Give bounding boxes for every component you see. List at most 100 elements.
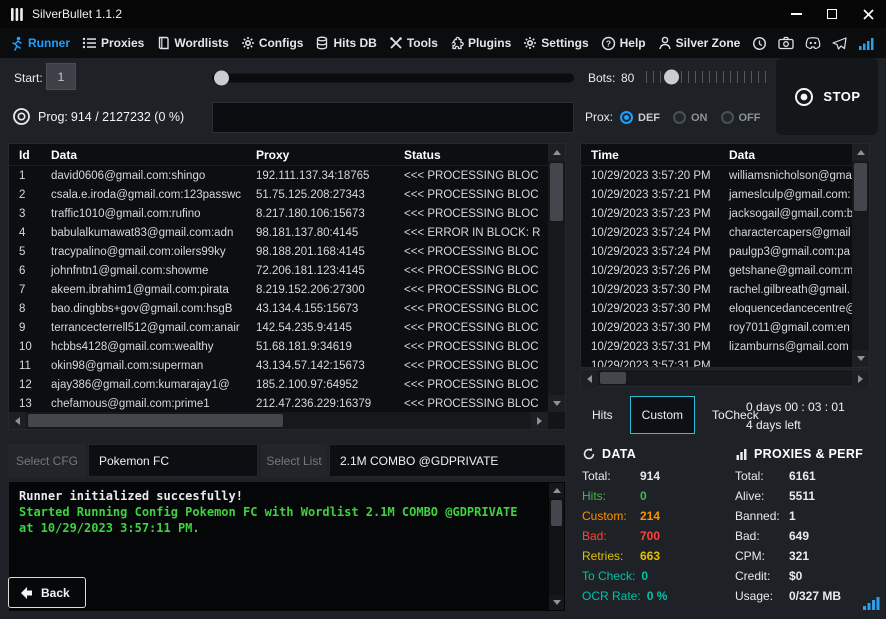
bots-slider[interactable] xyxy=(646,68,766,86)
hit-row[interactable]: 10/29/2023 3:57:30 PM roy7011@gmail.com:… xyxy=(581,318,852,337)
maximize-button[interactable] xyxy=(814,0,850,28)
back-button[interactable]: Back xyxy=(8,577,86,608)
proxies-perf-icon xyxy=(735,448,748,461)
hit-row[interactable]: 10/29/2023 3:57:31 PM lizamburns@gmail.c… xyxy=(581,337,852,356)
hits-table-body: 10/29/2023 3:57:20 PM williamsnicholson@… xyxy=(581,166,852,367)
start-slider[interactable] xyxy=(212,70,574,86)
stop-button[interactable]: STOP xyxy=(776,58,878,135)
window-controls xyxy=(778,0,886,28)
hit-row[interactable]: 10/29/2023 3:57:24 PM paulgp3@gmail.com:… xyxy=(581,242,852,261)
runner-row[interactable]: 1 david0606@gmail.com:shingo 192.111.137… xyxy=(9,166,548,185)
runner-vscrollbar[interactable] xyxy=(548,144,565,412)
hit-row[interactable]: 10/29/2023 3:57:30 PM rachel.gilbreath@g… xyxy=(581,280,852,299)
col-status[interactable]: Status xyxy=(396,148,548,162)
nav-right-icons xyxy=(752,36,882,51)
tab[interactable]: Custom xyxy=(630,396,695,434)
proxy-mode-option[interactable]: OFF xyxy=(721,111,761,124)
hit-row[interactable]: 10/29/2023 3:57:24 PM charactercapers@gm… xyxy=(581,223,852,242)
runner-row[interactable]: 13 chefamous@gmail.com:prime1 212.47.236… xyxy=(9,394,548,412)
scroll-up-icon[interactable] xyxy=(549,483,564,498)
progress-input[interactable] xyxy=(212,102,574,133)
scroll-up-icon[interactable] xyxy=(852,144,869,161)
scroll-thumb[interactable] xyxy=(28,414,283,427)
select-cfg-button[interactable]: Select CFG xyxy=(8,444,86,477)
config-name-field[interactable]: Pokemon FC xyxy=(88,444,258,477)
settings-icon xyxy=(523,36,537,50)
silver-zone-icon xyxy=(658,36,672,50)
col-id[interactable]: Id xyxy=(9,148,43,162)
hit-row[interactable]: 10/29/2023 3:57:31 PM xyxy=(581,356,852,367)
hits-vscrollbar[interactable] xyxy=(852,144,869,367)
nav-item-silver-zone[interactable]: Silver Zone xyxy=(652,28,747,58)
scroll-down-icon[interactable] xyxy=(852,350,869,367)
console-lines: Runner initialized succesfully!Started R… xyxy=(19,488,539,536)
scroll-down-icon[interactable] xyxy=(548,395,565,412)
scroll-down-icon[interactable] xyxy=(549,595,564,610)
runner-row[interactable]: 6 johnfntn1@gmail.com:showme 72.206.181.… xyxy=(9,261,548,280)
bots-slider-thumb[interactable] xyxy=(664,70,679,85)
runner-row[interactable]: 10 hcbbs4128@gmail.com:wealthy 51.68.181… xyxy=(9,337,548,356)
runner-row[interactable]: 7 akeem.ibrahim1@gmail.com:pirata 8.219.… xyxy=(9,280,548,299)
runner-row[interactable]: 2 csala.e.iroda@gmail.com:123passwc 51.7… xyxy=(9,185,548,204)
proxy-mode-option[interactable]: DEF xyxy=(620,111,660,124)
start-input[interactable] xyxy=(46,63,76,90)
minimize-button[interactable] xyxy=(778,0,814,28)
nav-item-wordlists[interactable]: Wordlists xyxy=(150,28,234,58)
scroll-right-icon[interactable] xyxy=(531,412,548,429)
runner-log-console[interactable]: Runner initialized succesfully!Started R… xyxy=(8,481,566,612)
tab[interactable]: Hits xyxy=(580,396,625,434)
runner-row[interactable]: 12 ajay386@gmail.com:kumarajay1@ 185.2.1… xyxy=(9,375,548,394)
hits-hscrollbar[interactable] xyxy=(580,369,870,387)
runner-row[interactable]: 5 tracypalino@gmail.com:oilers99ky 98.18… xyxy=(9,242,548,261)
col-proxy[interactable]: Proxy xyxy=(248,148,396,162)
titlebar: SilverBullet 1.1.2 xyxy=(0,0,886,28)
nav-item-tools[interactable]: Tools xyxy=(383,28,444,58)
select-list-button[interactable]: Select List xyxy=(261,444,327,477)
col-data[interactable]: Data xyxy=(43,148,248,162)
hits-table-header: Time Data xyxy=(581,144,852,166)
runner-row[interactable]: 11 okin98@gmail.com:superman 43.134.57.1… xyxy=(9,356,548,375)
col-time[interactable]: Time xyxy=(581,148,721,162)
col-data[interactable]: Data xyxy=(721,148,852,162)
app-logo-icon xyxy=(10,7,24,22)
start-slider-track[interactable] xyxy=(212,74,574,83)
stat-row: To Check: 0 xyxy=(582,566,732,586)
scroll-thumb[interactable] xyxy=(551,500,562,526)
close-button[interactable] xyxy=(850,0,886,28)
scroll-thumb[interactable] xyxy=(854,163,867,211)
hit-row[interactable]: 10/29/2023 3:57:30 PM eloquencedancecent… xyxy=(581,299,852,318)
runner-row[interactable]: 4 babulalkumawat83@gmail.com:adn 98.181.… xyxy=(9,223,548,242)
scroll-thumb[interactable] xyxy=(550,163,563,221)
console-vscrollbar[interactable] xyxy=(549,483,564,610)
runner-hscrollbar[interactable] xyxy=(9,412,548,429)
discord-icon[interactable] xyxy=(805,37,821,49)
configs-icon xyxy=(241,36,255,50)
nav-item-settings[interactable]: Settings xyxy=(517,28,594,58)
start-slider-thumb[interactable] xyxy=(214,71,229,86)
nav-item-plugins[interactable]: Plugins xyxy=(444,28,517,58)
camera-icon[interactable] xyxy=(778,36,794,50)
runner-row[interactable]: 8 bao.dingbbs+gov@gmail.com:hsgB 43.134.… xyxy=(9,299,548,318)
nav-item-proxies[interactable]: Proxies xyxy=(76,28,150,58)
hit-row[interactable]: 10/29/2023 3:57:23 PM jacksogail@gmail.c… xyxy=(581,204,852,223)
runner-row[interactable]: 9 terrancecterrell512@gmail.com:anair 14… xyxy=(9,318,548,337)
runner-row[interactable]: 3 traffic1010@gmail.com:rufino 8.217.180… xyxy=(9,204,548,223)
hit-row[interactable]: 10/29/2023 3:57:21 PM jameslculp@gmail.c… xyxy=(581,185,852,204)
scroll-left-icon[interactable] xyxy=(581,370,598,387)
history-icon[interactable] xyxy=(752,36,767,51)
wordlist-name-field[interactable]: 2.1M COMBO @GDPRIVATE xyxy=(329,444,566,477)
nav-item-configs[interactable]: Configs xyxy=(235,28,310,58)
scroll-right-icon[interactable] xyxy=(852,370,869,387)
proxies-icon xyxy=(82,36,97,50)
stat-row: Total: 6161 xyxy=(735,466,885,486)
proxy-mode-option[interactable]: ON xyxy=(673,111,708,124)
nav-item-help[interactable]: ? Help xyxy=(595,28,652,58)
scroll-left-icon[interactable] xyxy=(9,412,26,429)
nav-item-hits-db[interactable]: Hits DB xyxy=(309,28,382,58)
hit-row[interactable]: 10/29/2023 3:57:20 PM williamsnicholson@… xyxy=(581,166,852,185)
scroll-up-icon[interactable] xyxy=(548,144,565,161)
hit-row[interactable]: 10/29/2023 3:57:26 PM getshane@gmail.com… xyxy=(581,261,852,280)
scroll-thumb[interactable] xyxy=(600,372,626,384)
telegram-icon[interactable] xyxy=(832,37,847,50)
nav-item-runner[interactable]: Runner xyxy=(4,28,76,58)
